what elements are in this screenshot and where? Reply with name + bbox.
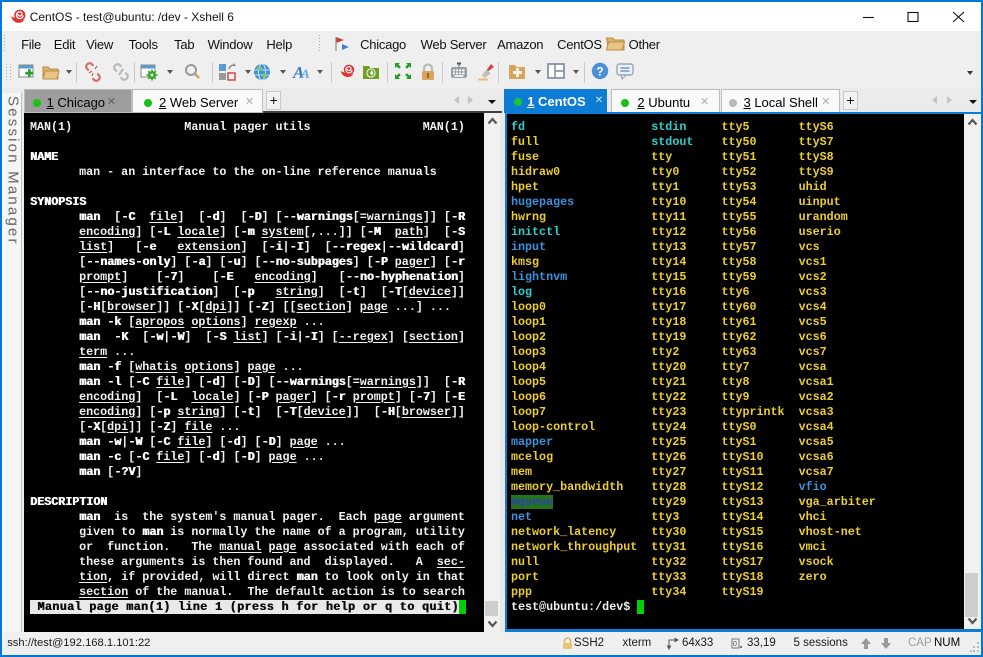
svg-text:0: 0 bbox=[733, 641, 737, 648]
svg-text:A: A bbox=[300, 66, 310, 81]
svg-text:?: ? bbox=[596, 65, 603, 79]
